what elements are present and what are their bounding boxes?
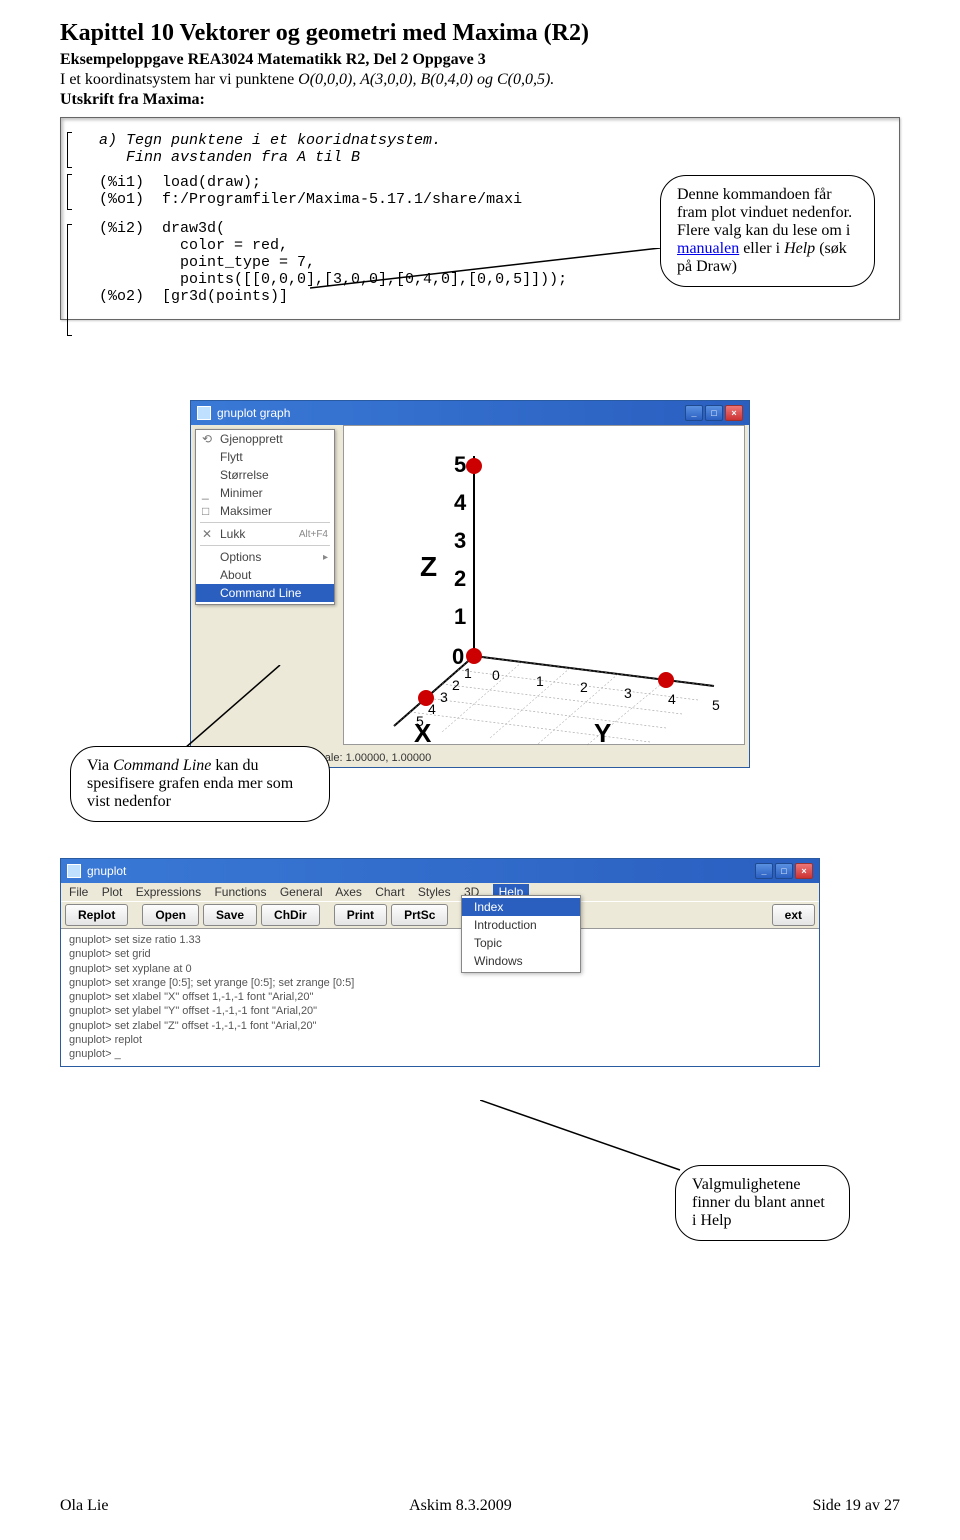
callout-help-options: Valgmulighetene finner du blant annet i … (675, 1165, 850, 1241)
console-window-icon[interactable] (67, 864, 81, 878)
ztick-4: 4 (454, 490, 467, 515)
page-subtitle: Eksempeloppgave REA3024 Matematikk R2, D… (60, 51, 900, 69)
toolbar: Replot Open Save ChDir Print PrtSc ext (61, 901, 819, 929)
page-footer: Ola Lie Askim 8.3.2009 Side 19 av 27 (60, 1497, 900, 1515)
close-button[interactable]: × (725, 405, 743, 421)
ztick-0: 0 (452, 644, 464, 669)
ztick-1: 1 (454, 604, 466, 629)
intro-points: O(0,0,0), A(3,0,0), B(0,4,0) og C(0,0,5)… (298, 71, 554, 88)
window-icon[interactable] (197, 406, 211, 420)
maxima-comment-1: a) Tegn punktene i et kooridnatsystem. (79, 132, 881, 149)
callout1-help: Help (784, 240, 815, 257)
menu-plot[interactable]: Plot (102, 885, 123, 899)
minimize-button[interactable]: _ (685, 405, 703, 421)
intro-plain: I et koordinatsystem har vi punktene (60, 71, 298, 88)
menu-chart[interactable]: Chart (375, 885, 404, 899)
help-topic[interactable]: Topic (462, 934, 580, 952)
sysmenu-about[interactable]: About (196, 566, 334, 584)
chdir-button[interactable]: ChDir (261, 904, 320, 926)
utskrift-label: Utskrift fra Maxima: (60, 91, 900, 109)
ztick-3: 3 (454, 528, 466, 553)
print-button[interactable]: Print (334, 904, 387, 926)
help-introduction[interactable]: Introduction (462, 916, 580, 934)
menu-file[interactable]: File (69, 885, 88, 899)
restore-icon: ⟲ (202, 432, 220, 446)
callout2-text1: Via (87, 757, 113, 774)
point-B (658, 672, 674, 688)
callout1-text1: Denne kommandoen får fram plot vinduet n… (677, 186, 852, 239)
callout-plot-explanation: Denne kommandoen får fram plot vinduet n… (660, 175, 875, 287)
sysmenu-minimize[interactable]: _Minimer (196, 484, 334, 502)
svg-text:3: 3 (624, 685, 632, 701)
chevron-right-icon: ▸ (323, 552, 328, 563)
svg-text:3: 3 (440, 689, 448, 705)
svg-text:1: 1 (536, 673, 544, 689)
sysmenu-maximize[interactable]: □Maksimer (196, 502, 334, 520)
menu-general[interactable]: General (280, 885, 323, 899)
help-index[interactable]: Index (462, 898, 580, 916)
footer-page: Side 19 av 27 (812, 1497, 900, 1515)
console-minimize-button[interactable]: _ (755, 863, 773, 879)
console-output[interactable]: gnuplot> set size ratio 1.33gnuplot> set… (61, 929, 819, 1066)
prtsc-button[interactable]: PrtSc (391, 904, 448, 926)
console-titlebar[interactable]: gnuplot _ □ × (61, 859, 819, 883)
menubar[interactable]: File Plot Expressions Functions General … (61, 883, 819, 901)
ext-button[interactable]: ext (772, 904, 815, 926)
console-maximize-button[interactable]: □ (775, 863, 793, 879)
open-button[interactable]: Open (142, 904, 199, 926)
ztick-2: 2 (454, 566, 466, 591)
help-windows[interactable]: Windows (462, 952, 580, 970)
help-dropdown[interactable]: Index Introduction Topic Windows (461, 895, 581, 973)
intro-text: I et koordinatsystem har vi punktene O(0… (60, 71, 900, 89)
svg-text:0: 0 (492, 667, 500, 683)
page-title: Kapittel 10 Vektorer og geometri med Max… (60, 20, 900, 47)
point-O (466, 648, 482, 664)
svg-text:5: 5 (712, 697, 720, 713)
sysmenu-size[interactable]: Størrelse (196, 466, 334, 484)
menu-axes[interactable]: Axes (335, 885, 362, 899)
sysmenu-restore: ⟲Gjenopprett (196, 430, 334, 448)
minimize-icon: _ (202, 486, 220, 500)
axis-label-z: Z (420, 551, 437, 582)
svg-text:1: 1 (464, 665, 472, 681)
menu-expressions[interactable]: Expressions (136, 885, 201, 899)
window-title: gnuplot graph (217, 406, 290, 420)
callout2-ital: Command Line (113, 757, 211, 774)
menu-functions[interactable]: Functions (214, 885, 266, 899)
sysmenu-close[interactable]: ✕LukkAlt+F4 (196, 525, 334, 543)
svg-text:2: 2 (452, 677, 460, 693)
replot-button[interactable]: Replot (65, 904, 128, 926)
maximize-icon: □ (202, 504, 220, 518)
console-title: gnuplot (87, 864, 126, 878)
console-close-button[interactable]: × (795, 863, 813, 879)
menu-styles[interactable]: Styles (418, 885, 451, 899)
axis-label-y: Y (594, 718, 611, 746)
maximize-button[interactable]: □ (705, 405, 723, 421)
plot-3d-area[interactable]: 5 4 3 2 1 0 Z X Y 1 2 3 4 5 (343, 425, 745, 745)
svg-text:4: 4 (668, 691, 676, 707)
footer-author: Ola Lie (60, 1497, 108, 1515)
system-menu[interactable]: ⟲Gjenopprett Flytt Størrelse _Minimer □M… (195, 429, 335, 605)
svg-text:5: 5 (416, 713, 424, 729)
footer-date: Askim 8.3.2009 (409, 1497, 512, 1515)
titlebar[interactable]: gnuplot graph _ □ × (191, 401, 749, 425)
manual-link[interactable]: manualen (677, 240, 739, 257)
point-C (466, 458, 482, 474)
sysmenu-move[interactable]: Flytt (196, 448, 334, 466)
sysmenu-commandline[interactable]: Command Line (196, 584, 334, 602)
save-button[interactable]: Save (203, 904, 257, 926)
maxima-comment-2: Finn avstanden fra A til B (79, 149, 881, 166)
point-A (418, 690, 434, 706)
callout-commandline: Via Command Line kan du spesifisere graf… (70, 746, 330, 822)
close-icon: ✕ (202, 527, 220, 541)
callout1-text2: eller i (739, 240, 784, 257)
svg-text:2: 2 (580, 679, 588, 695)
gnuplot-console-window[interactable]: gnuplot _ □ × File Plot Expressions Func… (60, 858, 820, 1067)
sysmenu-options[interactable]: Options▸ (196, 548, 334, 566)
ztick-5: 5 (454, 452, 466, 477)
